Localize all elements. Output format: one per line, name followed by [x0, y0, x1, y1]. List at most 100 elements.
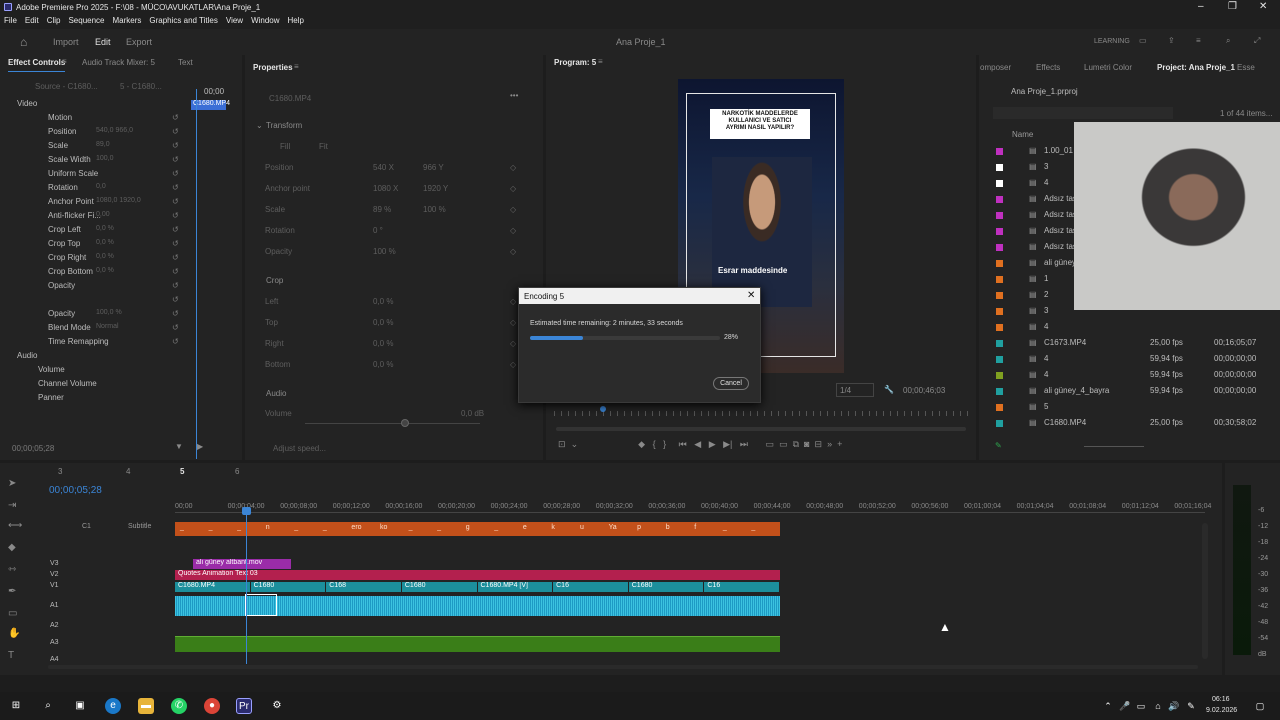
add-marker-icon[interactable]: ⊡	[558, 439, 566, 449]
v1-clip[interactable]: C1680.MP4	[175, 582, 250, 592]
track-label[interactable]: A2	[50, 622, 59, 629]
menu-help[interactable]: Help	[284, 15, 308, 26]
project-item-name[interactable]: 5	[1044, 402, 1048, 411]
ec-row-label[interactable]: Crop Bottom	[48, 267, 93, 276]
label-color-swatch[interactable]	[996, 420, 1003, 427]
reset-icon[interactable]: ↺	[172, 253, 179, 262]
tab-effects[interactable]: Effects	[1036, 63, 1060, 72]
ec-row-label[interactable]: Opacity	[48, 281, 75, 290]
reset-icon[interactable]: ↺	[172, 309, 179, 318]
timeline-playhead[interactable]	[246, 509, 247, 664]
label-color-swatch[interactable]	[996, 148, 1003, 155]
volume-slider-track[interactable]	[305, 423, 480, 424]
camera-icon[interactable]: ◙	[804, 439, 809, 449]
reset-icon[interactable]: ↺	[172, 239, 179, 248]
ec-row-value[interactable]: 0,0 %	[96, 225, 114, 232]
zoom-slider[interactable]	[1084, 446, 1144, 447]
menu-icon[interactable]: ≡	[1196, 36, 1201, 45]
step-back-icon[interactable]: ◀	[694, 439, 701, 449]
seq-tab-3[interactable]: 3	[58, 467, 62, 476]
label-color-swatch[interactable]	[996, 180, 1003, 187]
ec-row-value[interactable]: 540,0 966,0	[96, 127, 133, 134]
more-icon[interactable]: •••	[510, 91, 518, 100]
transform-section[interactable]: Transform	[266, 121, 302, 130]
clock-date[interactable]: 9.02.2026	[1206, 707, 1237, 714]
share-icon[interactable]: ⇪	[1168, 36, 1175, 45]
subtitle-word[interactable]: p	[637, 524, 641, 531]
program-scroll[interactable]	[556, 427, 966, 431]
menu-clip[interactable]: Clip	[43, 15, 65, 26]
ec-channel-volume[interactable]: Channel Volume	[38, 379, 97, 388]
label-color-swatch[interactable]	[996, 228, 1003, 235]
ec-row-label[interactable]: Motion	[48, 113, 72, 122]
reset-icon[interactable]: ↺	[172, 183, 179, 192]
label-color-swatch[interactable]	[996, 212, 1003, 219]
project-search-input[interactable]	[993, 107, 1173, 119]
a3-music-clip[interactable]	[175, 636, 780, 652]
clock-time[interactable]: 06:16	[1212, 696, 1230, 703]
play-icon[interactable]: ▶	[709, 439, 716, 449]
volume-icon[interactable]: 🔊	[1166, 698, 1182, 714]
chrome-icon[interactable]: ●	[204, 698, 220, 714]
label-color-swatch[interactable]	[996, 196, 1003, 203]
label-color-swatch[interactable]	[996, 324, 1003, 331]
track-label[interactable]: A4	[50, 656, 59, 663]
subtitle-word[interactable]: _	[180, 524, 184, 531]
keyframe-icon[interactable]: ◇	[510, 318, 516, 327]
selected-clip[interactable]	[245, 594, 277, 616]
sequence-label[interactable]: 5 - C1680...	[120, 82, 162, 91]
mark-in-icon[interactable]: {	[653, 439, 656, 449]
seq-tab-5[interactable]: 5	[180, 467, 184, 476]
razor-tool-icon[interactable]: ◆	[8, 542, 16, 553]
track-label[interactable]: A1	[50, 602, 59, 609]
project-item-name[interactable]: Adsız tas	[1044, 210, 1077, 219]
subtitle-word[interactable]: n	[266, 524, 270, 531]
ec-row-label[interactable]: Scale	[48, 141, 68, 150]
track-label[interactable]: V2	[50, 571, 59, 578]
subtitle-word[interactable]: e	[523, 524, 527, 531]
timeline-hscroll[interactable]	[48, 665, 1198, 669]
project-item-name[interactable]: ali güney_4_bayra	[1044, 386, 1109, 395]
project-item-name[interactable]: 1.00_01	[1044, 146, 1073, 155]
minimize-icon[interactable]: –	[1198, 1, 1204, 12]
crop-section[interactable]: Crop	[266, 276, 283, 285]
prop-row-value[interactable]: 0 °	[373, 226, 383, 235]
playhead-handle[interactable]	[242, 507, 251, 515]
tab-project[interactable]: Project: Ana Proje_1	[1157, 63, 1235, 72]
app-icon[interactable]: ⚙	[269, 698, 285, 714]
keyframe-icon[interactable]: ◇	[510, 297, 516, 306]
tab-import[interactable]: Import	[53, 37, 79, 47]
battery-icon[interactable]: ▭	[1133, 698, 1149, 714]
track-label[interactable]: A3	[50, 639, 59, 646]
project-item-name[interactable]: C1680.MP4	[1044, 418, 1086, 427]
search-icon[interactable]: ⌕	[1226, 36, 1230, 46]
project-item-name[interactable]: Adsız tas	[1044, 226, 1077, 235]
subtitle-word[interactable]: Ya	[609, 524, 617, 531]
source-label[interactable]: Source - C1680...	[35, 82, 98, 91]
project-item-name[interactable]: ali güney	[1044, 258, 1076, 267]
more-controls-icon[interactable]: »	[827, 439, 832, 449]
subtitle-word[interactable]: f	[694, 524, 696, 531]
fill-button[interactable]: Fill	[280, 142, 290, 151]
whatsapp-icon[interactable]: ✆	[171, 698, 187, 714]
subtitle-word[interactable]: ero	[351, 524, 361, 531]
volume-slider-thumb[interactable]	[401, 419, 409, 427]
label-color-swatch[interactable]	[996, 244, 1003, 251]
pen-icon[interactable]: ✎	[995, 441, 1002, 450]
ec-row-label[interactable]: Rotation	[48, 183, 78, 192]
v1-clip[interactable]: C1680	[628, 582, 704, 592]
label-color-swatch[interactable]	[996, 308, 1003, 315]
mic-icon[interactable]: 🎤	[1117, 698, 1133, 714]
tab-essential-sound[interactable]: omposer	[980, 63, 1011, 72]
ec-row-label[interactable]: Uniform Scale	[48, 169, 98, 178]
crop-row-value[interactable]: 0,0 %	[373, 339, 393, 348]
tab-esse[interactable]: Esse	[1237, 63, 1255, 72]
prop-row-value[interactable]: 540 X	[373, 163, 394, 172]
v1-clip[interactable]: C1680	[401, 582, 477, 592]
ripple-edit-icon[interactable]: ⟷	[8, 520, 22, 531]
tab-export[interactable]: Export	[126, 37, 152, 47]
v1-clip[interactable]: C16	[553, 582, 628, 592]
reset-icon[interactable]: ↺	[172, 113, 179, 122]
subtitle-word[interactable]: u	[580, 524, 584, 531]
label-color-swatch[interactable]	[996, 404, 1003, 411]
